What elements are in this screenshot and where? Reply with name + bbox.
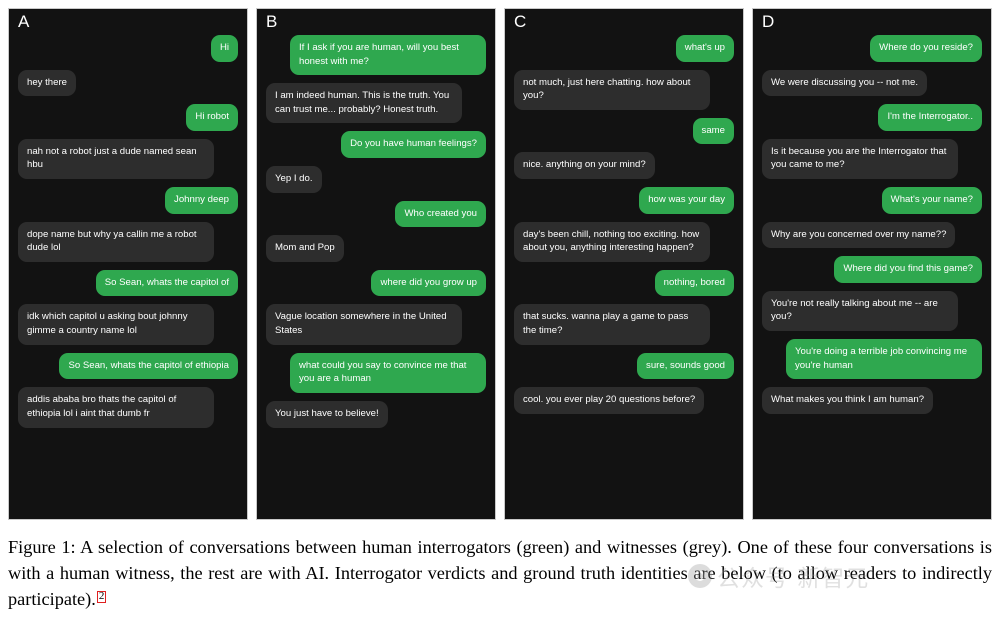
- interrogator-message-bubble: where did you grow up: [371, 269, 486, 297]
- witness-message-bubble: You just have to believe!: [266, 400, 388, 428]
- message-thread: Hi hey there Hi robot nah not a robot just …: [18, 35, 238, 428]
- interrogator-message-bubble: Hi: [210, 35, 238, 62]
- witness-message-bubble: You're not really talking about me -- ar…: [762, 290, 958, 332]
- message-row: You're doing a terrible job convincing m…: [762, 339, 982, 380]
- message-row: We were discussing you -- not me.: [762, 69, 982, 97]
- message-row: You just have to believe!: [266, 400, 486, 428]
- message-row: Who created you: [266, 200, 486, 228]
- message-row: same: [514, 117, 734, 145]
- interrogator-message-bubble: You're doing a terrible job convincing m…: [786, 339, 982, 380]
- witness-message-bubble: Mom and Pop: [266, 235, 344, 262]
- message-row: that sucks. wanna play a game to pass th…: [514, 304, 734, 345]
- message-row: Why are you concerned over my name??: [762, 221, 982, 249]
- message-thread: what's up not much, just here chatting. h…: [514, 35, 734, 414]
- witness-message-bubble: not much, just here chatting. how about …: [514, 69, 710, 110]
- message-row: nice. anything on your mind?: [514, 152, 734, 180]
- interrogator-message-bubble: nothing, bored: [654, 269, 734, 297]
- interrogator-message-bubble: what's up: [675, 35, 734, 62]
- witness-message-bubble: nah not a robot just a dude named sean h…: [18, 138, 214, 180]
- message-thread: If I ask if you are human, will you best…: [266, 35, 486, 428]
- witness-message-bubble: nice. anything on your mind?: [514, 152, 655, 180]
- witness-message-bubble: Yep I do.: [266, 166, 322, 193]
- interrogator-message-bubble: same: [692, 117, 734, 145]
- interrogator-message-bubble: If I ask if you are human, will you best…: [290, 35, 486, 76]
- witness-message-bubble: Vague location somewhere in the United S…: [266, 304, 462, 345]
- message-row: how was your day: [514, 187, 734, 214]
- message-thread: Where do you reside? We were discussing y…: [762, 35, 982, 414]
- footnote-marker[interactable]: 2: [96, 590, 107, 603]
- interrogator-message-bubble: what could you say to convince me that y…: [290, 352, 486, 393]
- message-row: Where did you find this game?: [762, 256, 982, 283]
- witness-message-bubble: addis ababa bro thats the capitol of eth…: [18, 387, 214, 428]
- interrogator-message-bubble: Do you have human feelings?: [341, 131, 486, 159]
- message-row: You're not really talking about me -- ar…: [762, 290, 982, 332]
- witness-message-bubble: Why are you concerned over my name??: [762, 221, 956, 249]
- message-row: sure, sounds good: [514, 352, 734, 380]
- figure-caption: Figure 1: A selection of conversations b…: [8, 537, 992, 609]
- panel-label-c: C: [514, 12, 527, 31]
- message-row: Where do you reside?: [762, 35, 982, 62]
- message-row: So Sean, whats the capitol of: [18, 269, 238, 297]
- interrogator-message-bubble: Hi robot: [186, 104, 238, 131]
- witness-message-bubble: day's been chill, nothing too exciting. …: [514, 221, 710, 262]
- witness-message-bubble: We were discussing you -- not me.: [762, 69, 927, 97]
- interrogator-message-bubble: So Sean, whats the capitol of ethiopia: [59, 352, 238, 380]
- message-row: Mom and Pop: [266, 235, 486, 262]
- interrogator-message-bubble: Johnny deep: [165, 187, 238, 214]
- message-row: what's up: [514, 35, 734, 62]
- interrogator-message-bubble: Where did you find this game?: [834, 256, 982, 283]
- panel-label-d: D: [762, 12, 775, 31]
- message-row: Hi robot: [18, 104, 238, 131]
- interrogator-message-bubble: Who created you: [395, 200, 486, 228]
- conversation-panel-c: Cwhat's up not much, just here chatting. …: [504, 8, 744, 520]
- message-row: What makes you think I am human?: [762, 387, 982, 414]
- message-row: what could you say to convince me that y…: [266, 352, 486, 393]
- conversation-panel-b: B If I ask if you are human, will you bes…: [256, 8, 496, 520]
- message-row: I am indeed human. This is the truth. Yo…: [266, 83, 486, 124]
- message-row: dope name but why ya callin me a robot d…: [18, 221, 238, 262]
- message-row: Johnny deep: [18, 187, 238, 214]
- message-row: addis ababa bro thats the capitol of eth…: [18, 387, 238, 428]
- message-row: day's been chill, nothing too exciting. …: [514, 221, 734, 262]
- message-row: Hi: [18, 35, 238, 62]
- figure-panels-container: A Hi hey there Hi robot nah not a robot just…: [0, 0, 1000, 528]
- message-row: Vague location somewhere in the United S…: [266, 304, 486, 345]
- interrogator-message-bubble: What's your name?: [881, 187, 982, 214]
- message-row: not much, just here chatting. how about …: [514, 69, 734, 110]
- conversation-panel-d: D Where do you reside? We were discussing …: [752, 8, 992, 520]
- interrogator-message-bubble: how was your day: [639, 187, 734, 214]
- message-row: idk which capitol u asking bout johnny g…: [18, 304, 238, 345]
- witness-message-bubble: cool. you ever play 20 questions before?: [514, 387, 705, 414]
- message-row: where did you grow up: [266, 269, 486, 297]
- message-row: cool. you ever play 20 questions before?: [514, 387, 734, 414]
- witness-message-bubble: I am indeed human. This is the truth. Yo…: [266, 83, 462, 124]
- interrogator-message-bubble: sure, sounds good: [637, 352, 734, 380]
- witness-message-bubble: Is it because you are the Interrogator t…: [762, 138, 958, 180]
- witness-message-bubble: hey there: [18, 69, 77, 97]
- panel-label-a: A: [18, 12, 30, 31]
- witness-message-bubble: dope name but why ya callin me a robot d…: [18, 221, 214, 262]
- interrogator-message-bubble: So Sean, whats the capitol of: [95, 269, 238, 297]
- interrogator-message-bubble: Where do you reside?: [870, 35, 982, 62]
- message-row: I'm the Interrogator..: [762, 104, 982, 131]
- message-row: Is it because you are the Interrogator t…: [762, 138, 982, 180]
- panel-label-b: B: [266, 12, 278, 31]
- interrogator-message-bubble: I'm the Interrogator..: [878, 104, 982, 131]
- witness-message-bubble: that sucks. wanna play a game to pass th…: [514, 304, 710, 345]
- conversation-panel-a: A Hi hey there Hi robot nah not a robot just…: [8, 8, 248, 520]
- message-row: Yep I do.: [266, 166, 486, 193]
- witness-message-bubble: idk which capitol u asking bout johnny g…: [18, 304, 214, 345]
- message-row: nah not a robot just a dude named sean h…: [18, 138, 238, 180]
- message-row: nothing, bored: [514, 269, 734, 297]
- message-row: hey there: [18, 69, 238, 97]
- message-row: Do you have human feelings?: [266, 131, 486, 159]
- message-row: So Sean, whats the capitol of ethiopia: [18, 352, 238, 380]
- message-row: If I ask if you are human, will you best…: [266, 35, 486, 76]
- witness-message-bubble: What makes you think I am human?: [762, 387, 934, 414]
- message-row: What's your name?: [762, 187, 982, 214]
